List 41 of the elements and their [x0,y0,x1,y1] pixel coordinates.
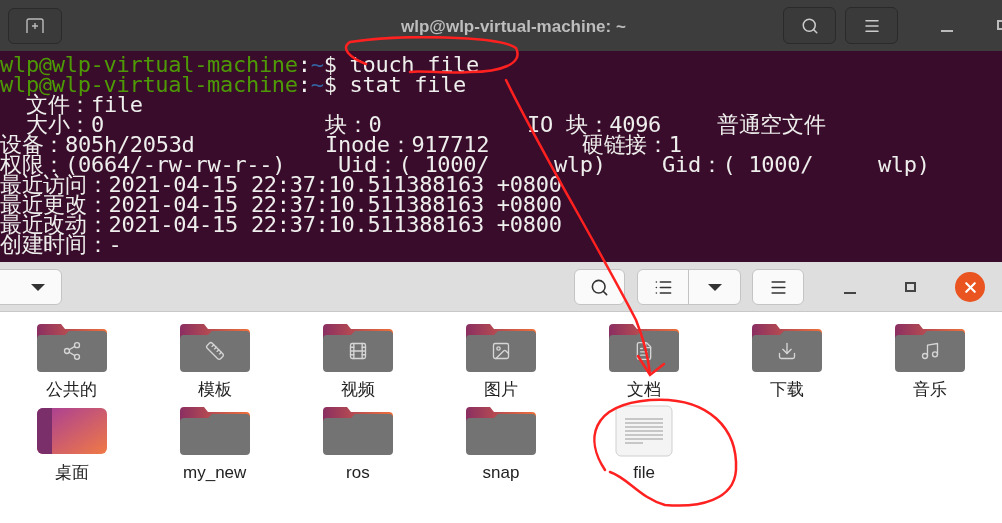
new-tab-button[interactable] [8,7,62,44]
file-label[interactable]: 下载 [770,379,805,401]
maximize-icon [904,282,916,292]
file-label[interactable]: 模板 [197,379,232,401]
minimize-icon [844,292,856,294]
close-button[interactable] [955,272,985,302]
path-dropdown-button[interactable] [0,269,62,305]
folder-icon [895,324,966,372]
terminal-output-text: 普通空文件 [717,112,826,137]
caret-icon [31,283,45,291]
search-icon [800,16,819,35]
folder-icon [609,324,680,372]
file-label[interactable]: file [633,462,655,484]
folder-icon [752,324,823,372]
terminal-prompt-line: wlp@wlp-virtual-machine:~$ stat file [0,75,467,95]
file-label[interactable]: ros [346,462,370,484]
new-tab-icon [25,17,45,34]
search-icon [590,277,609,297]
file-label[interactable]: 图片 [484,379,518,401]
text-file-icon [615,405,674,457]
caret-icon [707,283,722,291]
folder-icon [322,407,393,455]
file-label[interactable]: 公共的 [46,379,98,401]
window-title: wlp@wlp-virtual-machine: ~ [401,16,626,38]
folder-icon [322,324,393,372]
file-label[interactable]: 文档 [627,379,662,401]
folder-icon [179,324,250,372]
file-label[interactable]: 桌面 [54,462,89,484]
file-label[interactable]: my_new [183,462,247,484]
folder-icon [179,407,250,455]
search-button[interactable] [783,7,836,44]
desktop-folder-icon [36,408,107,454]
menu-button[interactable] [845,7,898,44]
terminal-output-text: Gid：( 1000/ wlp) [662,152,930,177]
file-label[interactable]: snap [482,462,520,484]
minimize-icon [941,30,953,32]
file-label[interactable]: 视频 [340,379,375,401]
folder-icon [466,407,536,455]
folder-icon [466,324,536,372]
file-label[interactable]: 音乐 [913,379,948,401]
folder-icon [36,324,107,372]
